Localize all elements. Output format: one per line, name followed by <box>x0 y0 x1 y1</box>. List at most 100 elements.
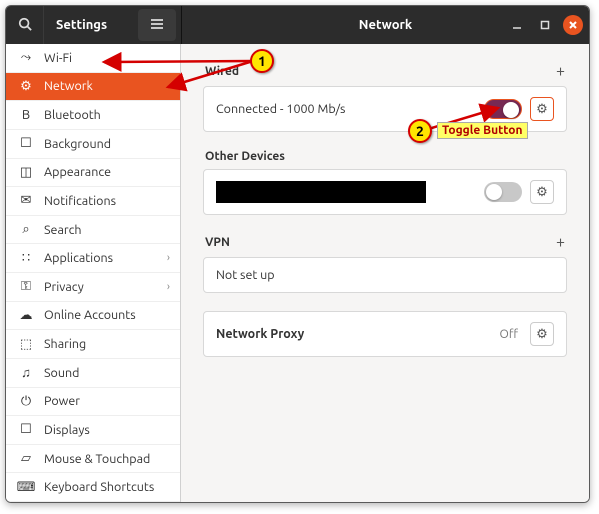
redacted-device-name <box>216 181 426 203</box>
notifications-icon: ✉ <box>18 193 34 208</box>
other-device-controls: ⚙ <box>484 180 554 204</box>
vpn-group: VPN + Not set up <box>203 233 567 293</box>
sidebar-item-sound[interactable]: ♫ Sound <box>6 359 180 388</box>
wired-settings-button[interactable]: ⚙ <box>530 97 554 121</box>
wired-controls: ⚙ <box>484 97 554 121</box>
wired-title: Wired <box>205 65 239 78</box>
proxy-group: Network Proxy Off ⚙ <box>203 311 567 357</box>
sidebar-item-mouse-touchpad[interactable]: ▱ Mouse & Touchpad <box>6 445 180 474</box>
vpn-status: Not set up <box>216 268 275 282</box>
other-devices-header: Other Devices <box>203 150 567 163</box>
settings-window: Settings Network ⤳ Wi-Fi ⚙ Network B Bluetoot… <box>5 5 590 503</box>
sidebar-item-label: Network <box>44 79 93 93</box>
mouse-touchpad-icon: ▱ <box>18 451 34 466</box>
hamburger-icon <box>150 18 164 33</box>
sidebar-item-label: Notifications <box>44 194 116 208</box>
sidebar: ⤳ Wi-Fi ⚙ Network B Bluetooth ☐ Background ◫ Appe… <box>6 44 181 502</box>
gear-icon: ⚙ <box>536 185 548 200</box>
sidebar-title: Settings <box>44 18 133 32</box>
sidebar-item-label: Background <box>44 137 111 151</box>
sidebar-item-online-accounts[interactable]: ☁ Online Accounts <box>6 302 180 331</box>
sidebar-item-label: Keyboard Shortcuts <box>44 480 154 494</box>
sidebar-item-label: Wi-Fi <box>44 51 72 65</box>
other-device-settings-button[interactable]: ⚙ <box>530 180 554 204</box>
sidebar-item-sharing[interactable]: ⬚ Sharing <box>6 330 180 359</box>
sidebar-item-label: Online Accounts <box>44 308 136 322</box>
vpn-row: Not set up <box>204 258 566 292</box>
sidebar-item-keyboard-shortcuts[interactable]: ⌨ Keyboard Shortcuts <box>6 473 180 502</box>
sidebar-item-wi-fi[interactable]: ⤳ Wi-Fi <box>6 44 180 73</box>
sidebar-item-appearance[interactable]: ◫ Appearance <box>6 159 180 188</box>
chevron-right-icon: › <box>167 252 170 264</box>
network-icon: ⚙ <box>18 79 34 94</box>
sidebar-item-bluetooth[interactable]: B Bluetooth <box>6 101 180 130</box>
titlebar-right: Network <box>181 6 589 44</box>
minimize-button[interactable] <box>507 15 527 35</box>
proxy-row[interactable]: Network Proxy Off ⚙ <box>204 312 566 356</box>
search-button[interactable] <box>6 6 44 44</box>
vpn-title: VPN <box>205 236 230 249</box>
content-panel: Wired + Connected - 1000 Mb/s ⚙ Other De <box>181 44 589 502</box>
proxy-controls: Off ⚙ <box>500 322 554 346</box>
gear-icon: ⚙ <box>536 102 548 117</box>
other-devices-card: ⚙ <box>203 169 567 215</box>
proxy-settings-button[interactable]: ⚙ <box>530 322 554 346</box>
add-wired-button[interactable]: + <box>556 62 565 80</box>
sharing-icon: ⬚ <box>18 337 34 352</box>
sidebar-item-label: Mouse & Touchpad <box>44 452 150 466</box>
hamburger-button[interactable] <box>138 9 176 41</box>
online-accounts-icon: ☁ <box>18 308 34 323</box>
sidebar-item-background[interactable]: ☐ Background <box>6 130 180 159</box>
bluetooth-icon: B <box>18 108 34 122</box>
maximize-button[interactable] <box>535 15 555 35</box>
sidebar-item-applications[interactable]: ∷Applications› <box>6 244 180 273</box>
other-device-row: ⚙ <box>204 170 566 214</box>
toggle-knob <box>486 184 502 200</box>
wired-toggle[interactable] <box>484 99 522 119</box>
wi-fi-icon: ⤳ <box>18 50 34 65</box>
displays-icon: ☐ <box>18 422 34 437</box>
annotation-label-toggle: Toggle Button <box>437 122 528 139</box>
sidebar-item-label: Sharing <box>44 337 86 351</box>
page-title: Network <box>359 18 412 32</box>
sidebar-item-notifications[interactable]: ✉ Notifications <box>6 187 180 216</box>
power-icon: ⏻ <box>18 394 34 409</box>
search-icon: ⌕ <box>18 222 34 237</box>
privacy-icon: ⚿ <box>18 279 34 294</box>
toggle-knob <box>503 102 519 118</box>
sidebar-item-label: Appearance <box>44 165 111 179</box>
search-icon <box>18 17 32 34</box>
close-button[interactable] <box>563 15 583 35</box>
wired-status: Connected - 1000 Mb/s <box>216 102 345 116</box>
chevron-right-icon: › <box>167 281 170 293</box>
sidebar-item-label: Sound <box>44 366 79 380</box>
appearance-icon: ◫ <box>18 165 34 180</box>
sidebar-item-label: Search <box>44 223 82 237</box>
other-devices-title: Other Devices <box>205 150 285 163</box>
other-device-toggle[interactable] <box>484 182 522 202</box>
annotation-badge-2: 2 <box>408 119 432 143</box>
proxy-card: Network Proxy Off ⚙ <box>203 311 567 357</box>
sidebar-item-power[interactable]: ⏻ Power <box>6 388 180 417</box>
sidebar-item-label: Privacy <box>44 280 84 294</box>
other-devices-group: Other Devices ⚙ <box>203 150 567 215</box>
titlebar: Settings Network <box>6 6 589 44</box>
sidebar-item-search[interactable]: ⌕ Search <box>6 216 180 245</box>
sidebar-item-displays[interactable]: ☐ Displays <box>6 416 180 445</box>
window-body: ⤳ Wi-Fi ⚙ Network B Bluetooth ☐ Background ◫ Appe… <box>6 44 589 502</box>
applications-icon: ∷ <box>18 251 34 266</box>
proxy-label: Network Proxy <box>216 327 304 341</box>
sidebar-item-network[interactable]: ⚙ Network <box>6 73 180 102</box>
sidebar-item-label: Power <box>44 394 80 408</box>
add-vpn-button[interactable]: + <box>556 233 565 251</box>
annotation-badge-1: 1 <box>250 49 274 73</box>
vpn-card: Not set up <box>203 257 567 293</box>
sound-icon: ♫ <box>18 365 34 380</box>
sidebar-item-label: Displays <box>44 423 90 437</box>
proxy-value: Off <box>500 328 518 341</box>
sidebar-item-label: Bluetooth <box>44 108 101 122</box>
keyboard-shortcuts-icon: ⌨ <box>18 480 34 495</box>
background-icon: ☐ <box>18 136 34 151</box>
sidebar-item-privacy[interactable]: ⚿ Privacy › <box>6 273 180 302</box>
vpn-header: VPN + <box>203 233 567 251</box>
